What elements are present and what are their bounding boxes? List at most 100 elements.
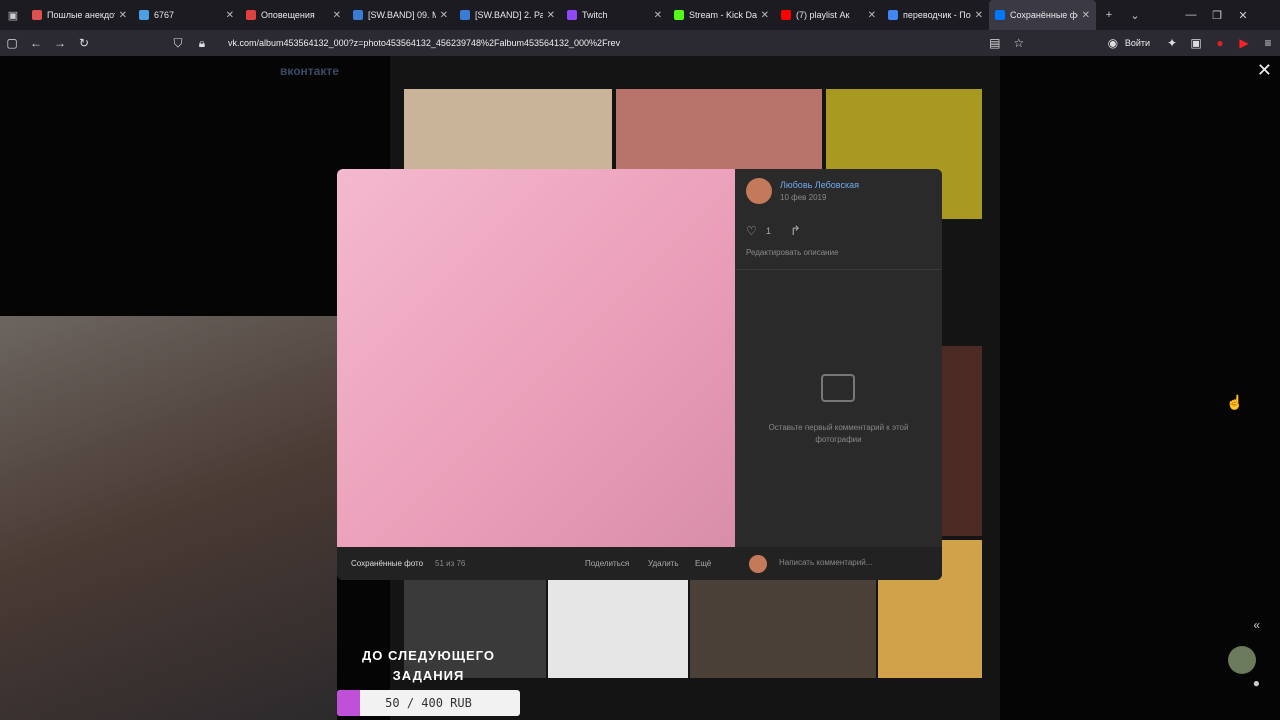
extension-red-icon[interactable]: ● — [1208, 36, 1232, 50]
album-thumbnail[interactable] — [942, 346, 982, 536]
forward-button[interactable]: → — [48, 36, 72, 50]
tab-favicon-icon — [567, 10, 577, 20]
browser-tab[interactable]: (7) playlist Ак ✕ — [775, 0, 882, 30]
album-title[interactable]: Сохранённые фото — [351, 559, 423, 568]
extension-badge-icon[interactable]: ▣ — [1184, 36, 1208, 50]
browser-tab[interactable]: Сохранённые фото ✕ — [989, 0, 1096, 30]
tab-close-icon[interactable]: ✕ — [654, 10, 662, 21]
avatar[interactable] — [746, 178, 772, 204]
browser-tab[interactable]: Twitch ✕ — [561, 0, 668, 30]
browser-tab[interactable]: Оповещения ✕ — [240, 0, 347, 30]
browser-tab[interactable]: Пошлые анекдоты ✕ — [26, 0, 133, 30]
tab-close-icon[interactable]: ✕ — [1082, 10, 1090, 21]
reader-view-icon[interactable]: ▤ — [983, 36, 1007, 50]
album-thumbnail[interactable] — [690, 580, 876, 678]
tab-title: [SW.BAND] 2. Рабо — [475, 10, 543, 20]
album-thumbnail[interactable] — [616, 89, 822, 169]
menu-icon[interactable]: ≡ — [1256, 36, 1280, 50]
address-bar[interactable]: vk.com/album453564132_000?z=photo4535641… — [228, 38, 983, 48]
window-close-button[interactable]: ✕ — [1230, 9, 1256, 22]
tab-title: 6767 — [154, 10, 175, 20]
youtube-extension-icon[interactable]: ▶ — [1232, 36, 1256, 50]
tab-overview-icon[interactable]: ▣ — [0, 9, 26, 22]
page-content: вконтакте ✕ Любовь Лебовская 10 фев 2019… — [0, 56, 1280, 720]
tab-title: Пошлые анекдоты — [47, 10, 115, 20]
collapse-chevron-icon[interactable]: « — [1253, 618, 1260, 632]
account-icon[interactable]: ◉ — [1101, 36, 1125, 50]
sidebar-icon[interactable]: ▢ — [0, 36, 24, 50]
tab-favicon-icon — [246, 10, 256, 20]
photo-counter: 51 из 76 — [435, 559, 466, 568]
tab-favicon-icon — [674, 10, 684, 20]
shield-icon[interactable]: ⛉ — [166, 36, 190, 51]
goal-title: ДО СЛЕДУЮЩЕГО ЗАДАНИЯ — [362, 648, 495, 683]
tab-favicon-icon — [32, 10, 42, 20]
tab-title: Оповещения — [261, 10, 315, 20]
hand-cursor-icon: ☝ — [1226, 394, 1244, 410]
photo-viewer: Любовь Лебовская 10 фев 2019 ♡ 1 ↱ Редак… — [337, 169, 942, 580]
browser-tab[interactable]: [SW.BAND] 2. Рабо ✕ — [454, 0, 561, 30]
album-thumbnail[interactable] — [548, 580, 688, 678]
tab-close-icon[interactable]: ✕ — [761, 10, 769, 21]
photo-image[interactable] — [337, 169, 735, 547]
viewer-footer: Сохранённые фото 51 из 76 Поделиться Уда… — [337, 547, 942, 580]
tab-close-icon[interactable]: ✕ — [975, 10, 983, 21]
close-viewer-icon[interactable]: ✕ — [1257, 60, 1272, 81]
tab-close-icon[interactable]: ✕ — [547, 10, 555, 21]
share-button[interactable]: Поделиться — [585, 559, 629, 568]
photo-sidebar: Любовь Лебовская 10 фев 2019 ♡ 1 ↱ Редак… — [735, 169, 942, 547]
reload-button[interactable]: ↻ — [72, 36, 96, 50]
heart-icon[interactable]: ♡ — [746, 224, 757, 238]
post-date: 10 фев 2019 — [780, 193, 827, 202]
like-count: 1 — [766, 226, 772, 236]
tab-close-icon[interactable]: ✕ — [226, 10, 234, 21]
tab-close-icon[interactable]: ✕ — [333, 10, 341, 21]
browser-tab[interactable]: [SW.BAND] 09. Мы ✕ — [347, 0, 454, 30]
tab-favicon-icon — [995, 10, 1005, 20]
bookmark-star-icon[interactable]: ☆ — [1007, 36, 1031, 50]
browser-tab[interactable]: переводчик - Пои ✕ — [882, 0, 989, 30]
avatar — [749, 555, 767, 573]
minimize-button[interactable]: — — [1178, 9, 1204, 21]
delete-button[interactable]: Удалить — [648, 559, 679, 568]
tab-title: Twitch — [582, 10, 608, 20]
webcam-overlay — [0, 316, 337, 720]
goal-value: 50 / 400 RUB — [385, 696, 472, 710]
avatar[interactable] — [1228, 646, 1256, 674]
tab-favicon-icon — [781, 10, 791, 20]
tab-favicon-icon — [353, 10, 363, 20]
browser-tab[interactable]: Stream - Kick Dash ✕ — [668, 0, 775, 30]
divider — [735, 269, 942, 270]
more-button[interactable]: Ещё — [695, 559, 711, 568]
goal-progress-bar: 50 / 400 RUB — [337, 690, 520, 716]
donation-goal-widget: ДО СЛЕДУЮЩЕГО ЗАДАНИЯ 50 / 400 RUB — [337, 646, 520, 720]
tab-close-icon[interactable]: ✕ — [868, 10, 876, 21]
vk-logo[interactable]: вконтакте — [280, 64, 339, 78]
edit-description-link[interactable]: Редактировать описание — [746, 248, 839, 257]
author-name[interactable]: Любовь Лебовская — [780, 180, 859, 190]
extensions-icon[interactable]: ✦ — [1160, 36, 1184, 50]
tab-title: [SW.BAND] 09. Мы — [368, 10, 436, 20]
comment-bubble-icon — [821, 374, 855, 402]
album-thumbnail[interactable] — [404, 89, 612, 169]
tab-favicon-icon — [460, 10, 470, 20]
new-tab-button[interactable]: + — [1096, 9, 1122, 21]
browser-tab[interactable]: 6767 ✕ — [133, 0, 240, 30]
tab-close-icon[interactable]: ✕ — [119, 10, 127, 21]
tab-close-icon[interactable]: ✕ — [440, 10, 448, 21]
lock-icon: 🔒︎ — [198, 35, 206, 50]
tab-favicon-icon — [139, 10, 149, 20]
tab-title: Stream - Kick Dash — [689, 10, 757, 20]
navigation-bar: ▢ ← → ↻ ⛉ 🔒︎ vk.com/album453564132_000?z… — [0, 30, 1280, 56]
tab-title: (7) playlist Ак — [796, 10, 850, 20]
tab-list-button[interactable]: ⌄ — [1122, 9, 1148, 22]
share-icon[interactable]: ↱ — [790, 223, 801, 239]
tab-bar: ▣ Пошлые анекдоты✕6767✕Оповещения✕[SW.BA… — [0, 0, 1280, 30]
chat-icon[interactable]: ● — [1253, 676, 1260, 690]
tab-title: переводчик - Пои — [903, 10, 971, 20]
tab-favicon-icon — [888, 10, 898, 20]
back-button[interactable]: ← — [24, 36, 48, 50]
comment-input[interactable]: Написать комментарий... — [779, 558, 872, 567]
restore-button[interactable]: ❐ — [1204, 9, 1230, 22]
login-button[interactable]: Войти — [1125, 38, 1150, 48]
